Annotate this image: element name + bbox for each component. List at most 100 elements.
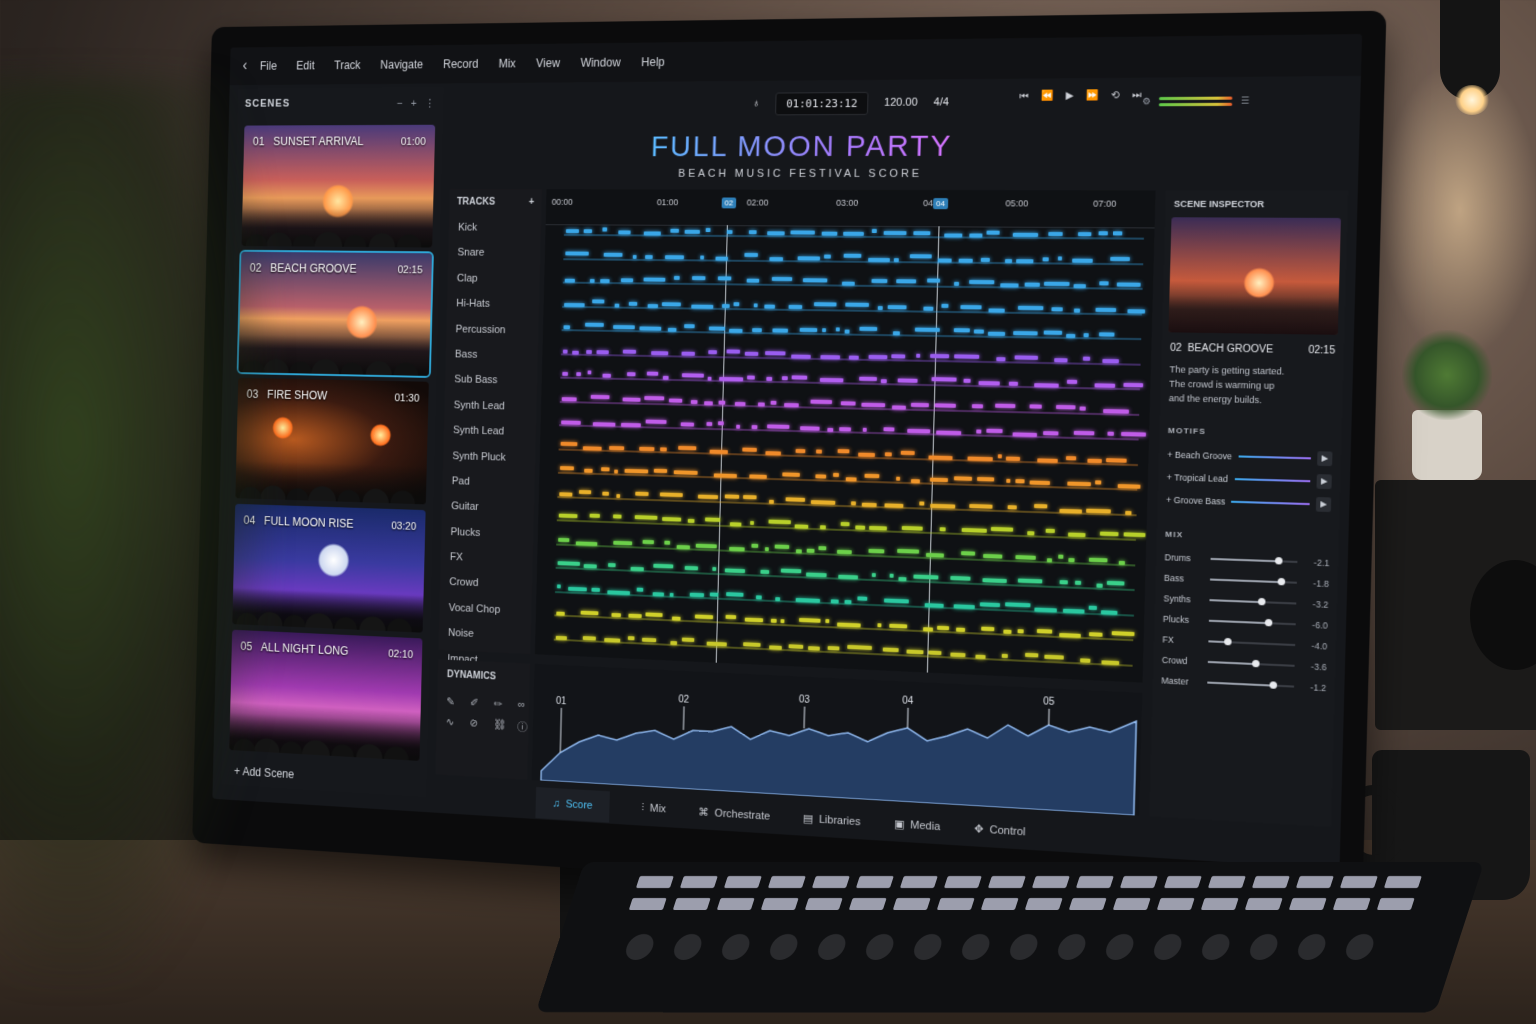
midi-note[interactable] — [977, 476, 995, 482]
midi-note[interactable] — [769, 256, 784, 261]
link-icon[interactable]: ∞ — [518, 699, 535, 712]
midi-note[interactable] — [645, 254, 653, 259]
midi-note[interactable] — [676, 544, 691, 549]
midi-note[interactable] — [755, 594, 762, 599]
midi-note[interactable] — [847, 644, 872, 650]
menu-track[interactable]: Track — [334, 58, 361, 72]
midi-note[interactable] — [618, 230, 631, 235]
midi-note[interactable] — [1098, 231, 1108, 236]
mix-slider-thumb[interactable] — [1252, 659, 1260, 668]
midi-note[interactable] — [923, 306, 934, 311]
midi-note[interactable] — [891, 353, 906, 359]
midi-note[interactable] — [1025, 652, 1039, 657]
midi-note[interactable] — [751, 543, 759, 548]
midi-note[interactable] — [975, 654, 986, 659]
midi-note[interactable] — [603, 252, 623, 257]
midi-note[interactable] — [587, 370, 592, 375]
mix-slider-thumb[interactable] — [1258, 597, 1266, 606]
midi-note[interactable] — [653, 468, 668, 474]
midi-note[interactable] — [768, 499, 774, 504]
midi-note[interactable] — [689, 592, 705, 597]
midi-note[interactable] — [868, 257, 890, 262]
midi-note[interactable] — [1073, 308, 1081, 313]
midi-note[interactable] — [1079, 405, 1086, 411]
midi-note[interactable] — [660, 446, 667, 451]
midi-note[interactable] — [622, 397, 641, 402]
midi-note[interactable] — [788, 304, 803, 309]
mix-slider-thumb[interactable] — [1264, 618, 1273, 627]
menu-edit[interactable]: Edit — [296, 59, 315, 72]
midi-note[interactable] — [855, 525, 866, 530]
erase-icon[interactable]: ⊘ — [469, 717, 486, 733]
midi-note[interactable] — [736, 424, 741, 429]
midi-note[interactable] — [780, 619, 785, 624]
midi-note[interactable] — [767, 231, 785, 236]
midi-note[interactable] — [877, 623, 882, 628]
midi-note[interactable] — [960, 304, 982, 309]
midi-note[interactable] — [868, 548, 885, 553]
midi-note[interactable] — [997, 453, 1002, 458]
midi-note[interactable] — [936, 430, 962, 436]
midi-note[interactable] — [559, 491, 573, 497]
midi-note[interactable] — [782, 472, 800, 477]
midi-note[interactable] — [719, 376, 744, 382]
midi-note[interactable] — [613, 325, 635, 330]
midi-note[interactable] — [614, 303, 620, 308]
midi-note[interactable] — [1037, 457, 1058, 463]
chain-icon[interactable]: ⛓ — [493, 718, 510, 734]
midi-note[interactable] — [827, 645, 840, 651]
midi-note[interactable] — [774, 544, 790, 549]
midi-note[interactable] — [771, 276, 793, 282]
midi-note[interactable] — [891, 404, 906, 410]
midi-note[interactable] — [748, 230, 757, 235]
midi-note[interactable] — [1107, 431, 1114, 436]
add-scene-button[interactable]: + Add Scene — [234, 764, 294, 781]
midi-note[interactable] — [1080, 657, 1091, 663]
scene-marker-04[interactable]: 04 — [932, 198, 949, 210]
midi-note[interactable] — [983, 553, 1003, 559]
midi-note[interactable] — [744, 252, 758, 257]
midi-note[interactable] — [575, 540, 598, 546]
track-item[interactable]: Crowd — [440, 570, 532, 599]
midi-note[interactable] — [819, 377, 844, 383]
midi-note[interactable] — [582, 445, 602, 451]
midi-note[interactable] — [562, 371, 568, 376]
midi-note[interactable] — [910, 479, 920, 484]
midi-note[interactable] — [709, 591, 719, 597]
midi-note[interactable] — [1117, 484, 1141, 489]
midi-note[interactable] — [614, 469, 618, 474]
midi-note[interactable] — [969, 233, 983, 238]
midi-note[interactable] — [1005, 455, 1021, 461]
midi-note[interactable] — [869, 525, 887, 531]
midi-note[interactable] — [628, 613, 642, 619]
midi-note[interactable] — [1008, 381, 1019, 386]
midi-note[interactable] — [990, 526, 1014, 532]
midi-note[interactable] — [609, 445, 625, 450]
midi-note[interactable] — [913, 231, 931, 236]
menu-view[interactable]: View — [536, 56, 560, 70]
midi-note[interactable] — [1102, 358, 1119, 363]
midi-note[interactable] — [864, 473, 880, 479]
midi-note[interactable] — [981, 626, 995, 632]
midi-note[interactable] — [622, 349, 637, 354]
midi-note[interactable] — [613, 540, 633, 545]
midi-note[interactable] — [764, 304, 776, 309]
midi-note[interactable] — [909, 253, 932, 258]
midi-note[interactable] — [784, 402, 799, 407]
midi-note[interactable] — [816, 448, 822, 454]
midi-note[interactable] — [1059, 632, 1081, 638]
midi-note[interactable] — [813, 301, 837, 306]
midi-note[interactable] — [795, 548, 802, 553]
menu-mix[interactable]: Mix — [498, 57, 516, 71]
midi-note[interactable] — [794, 524, 809, 529]
midi-note[interactable] — [1111, 631, 1135, 637]
midi-note[interactable] — [1036, 628, 1053, 634]
midi-note[interactable] — [969, 503, 993, 509]
mix-slider[interactable] — [1208, 637, 1296, 647]
midi-note[interactable] — [924, 602, 944, 608]
midi-note[interactable] — [1073, 284, 1086, 289]
midi-note[interactable] — [871, 228, 877, 233]
midi-note[interactable] — [987, 331, 1006, 336]
midi-note[interactable] — [565, 250, 589, 256]
midi-note[interactable] — [883, 230, 907, 236]
